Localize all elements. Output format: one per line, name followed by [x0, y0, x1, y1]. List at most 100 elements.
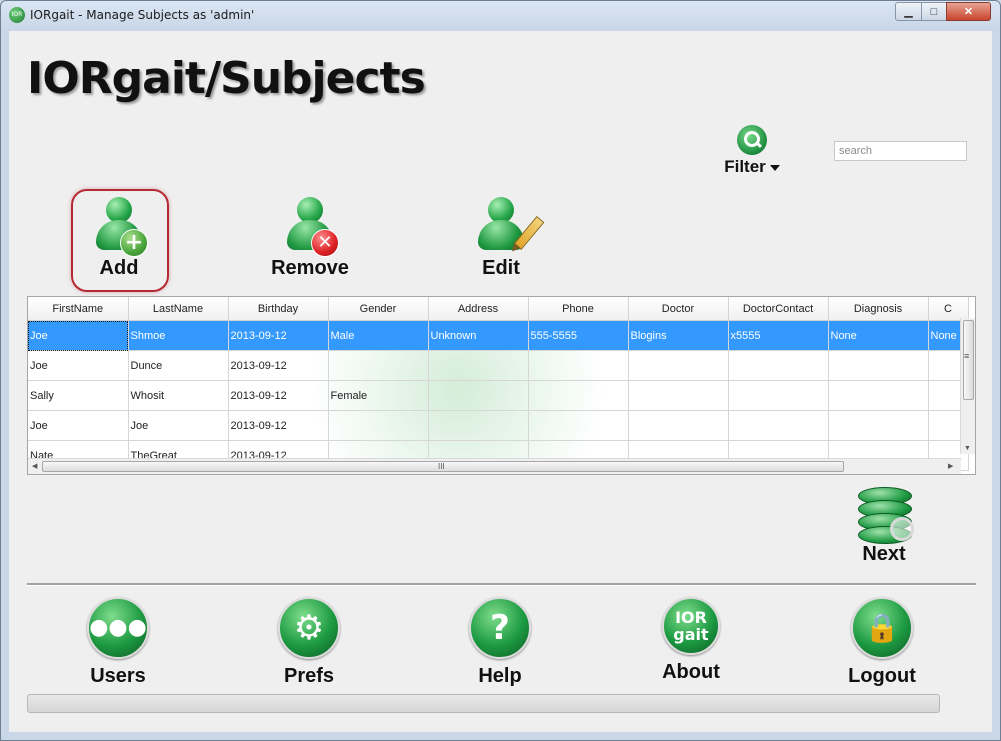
table-cell[interactable]: Female [328, 380, 429, 411]
table-cell[interactable]: 2013-09-12 [228, 320, 329, 351]
users-button[interactable]: ●●● Users [68, 597, 168, 688]
table-row-selected[interactable]: Joe Shmoe 2013-09-12 Male Unknown 555-55… [28, 320, 969, 351]
logout-label: Logout [848, 665, 916, 687]
main-panel: IORgait/Subjects Filter + Add ✕ Remove [9, 31, 992, 732]
prefs-label: Prefs [283, 665, 335, 687]
horizontal-scrollbar[interactable]: ◀ III ▶ [28, 458, 961, 474]
search-icon [737, 125, 767, 155]
help-icon: ? [469, 597, 531, 659]
table-cell[interactable]: Shmoe [128, 320, 229, 351]
vertical-scroll-thumb[interactable]: ≡ [963, 320, 974, 400]
add-label: Add [99, 257, 139, 279]
ior-gait-logo-icon: IOR gait [662, 597, 720, 655]
remove-user-icon: ✕ [283, 197, 339, 257]
close-button[interactable]: ✕ [946, 2, 991, 21]
table-cell[interactable]: Unknown [428, 320, 529, 351]
lock-icon: 🔒 [851, 597, 913, 659]
table-cell[interactable]: 2013-09-12 [228, 350, 329, 381]
table-cell[interactable]: x5555 [728, 320, 829, 351]
window-title: IORgait - Manage Subjects as 'admin' [30, 8, 255, 22]
subjects-table[interactable]: FirstName LastName Birthday Gender Addre… [27, 296, 976, 475]
maximize-button[interactable]: □ [921, 2, 947, 21]
column-header[interactable]: DoctorContact [728, 297, 829, 321]
table-cell[interactable] [428, 410, 529, 441]
divider [27, 583, 976, 586]
table-header: FirstName LastName Birthday Gender Addre… [28, 297, 969, 321]
search-input[interactable] [834, 141, 967, 161]
table-cell[interactable]: Dunce [128, 350, 229, 381]
database-search-icon [858, 487, 914, 544]
about-label: About [662, 661, 720, 683]
column-header[interactable]: Doctor [628, 297, 729, 321]
filter-button[interactable]: Filter [721, 125, 783, 179]
table-cell[interactable] [628, 380, 729, 411]
edit-user-icon [474, 197, 545, 255]
help-button[interactable]: ? Help [450, 597, 550, 688]
filter-label: Filter [721, 157, 783, 177]
table-cell[interactable] [828, 350, 929, 381]
table-cell[interactable]: Male [328, 320, 429, 351]
table-cell[interactable]: Joe [128, 410, 229, 441]
app-window: IOR IORgait - Manage Subjects as 'admin'… [0, 0, 1001, 741]
table-cell[interactable]: Sally [28, 380, 129, 411]
table-cell[interactable] [528, 350, 629, 381]
next-button[interactable]: Next [851, 487, 917, 577]
table-cell[interactable]: Blogins [628, 320, 729, 351]
table-cell[interactable] [728, 410, 829, 441]
scroll-left-arrow-icon[interactable]: ◀ [32, 462, 37, 470]
next-label: Next [862, 543, 906, 565]
table-cell[interactable] [528, 410, 629, 441]
app-logo-icon: IOR [9, 7, 25, 23]
table-cell[interactable] [828, 410, 929, 441]
minimize-button[interactable]: ▁ [895, 2, 922, 21]
table-cell[interactable]: 2013-09-12 [228, 380, 329, 411]
table-cell[interactable] [828, 380, 929, 411]
page-title: IORgait/Subjects [27, 53, 426, 104]
about-button[interactable]: IOR gait About [641, 597, 741, 684]
table-cell[interactable]: None [828, 320, 929, 351]
table-cell[interactable]: 555-5555 [528, 320, 629, 351]
table-cell[interactable] [628, 410, 729, 441]
logout-button[interactable]: 🔒 Logout [832, 597, 932, 688]
gear-icon: ⚙ [278, 597, 340, 659]
table-cell[interactable] [728, 380, 829, 411]
column-header[interactable]: Address [428, 297, 529, 321]
add-subject-button[interactable]: + Add [64, 191, 174, 295]
table-cell[interactable] [428, 380, 529, 411]
column-header[interactable]: FirstName [28, 297, 129, 321]
table-cell[interactable] [428, 350, 529, 381]
title-bar[interactable]: IOR IORgait - Manage Subjects as 'admin'… [1, 1, 1000, 29]
table-row[interactable]: Sally Whosit 2013-09-12 Female [28, 380, 969, 411]
table-cell[interactable]: Joe [28, 350, 129, 381]
column-header[interactable]: Birthday [228, 297, 329, 321]
column-header[interactable]: Phone [528, 297, 629, 321]
column-header[interactable]: Gender [328, 297, 429, 321]
edit-subject-button[interactable]: Edit [446, 191, 556, 295]
edit-label: Edit [482, 257, 520, 279]
vertical-scrollbar[interactable]: ≡ ▼ [960, 318, 975, 454]
add-user-icon: + [92, 197, 148, 257]
scroll-down-arrow-icon[interactable]: ▼ [964, 445, 971, 452]
table-cell[interactable]: Joe [28, 320, 129, 351]
table-cell[interactable] [328, 350, 429, 381]
scroll-right-arrow-icon[interactable]: ▶ [948, 462, 953, 470]
table-row[interactable]: Joe Dunce 2013-09-12 [28, 350, 969, 381]
column-header[interactable]: LastName [128, 297, 229, 321]
remove-subject-button[interactable]: ✕ Remove [255, 191, 365, 295]
users-icon: ●●● [87, 597, 149, 659]
column-header[interactable]: C [928, 297, 969, 321]
remove-label: Remove [271, 257, 349, 279]
table-cell[interactable] [328, 410, 429, 441]
table-cell[interactable] [728, 350, 829, 381]
table-cell[interactable] [528, 380, 629, 411]
horizontal-scroll-thumb[interactable]: III [42, 461, 844, 472]
column-header[interactable]: Diagnosis [828, 297, 929, 321]
table-cell[interactable]: Joe [28, 410, 129, 441]
table-row[interactable]: Joe Joe 2013-09-12 [28, 410, 969, 441]
prefs-button[interactable]: ⚙ Prefs [259, 597, 359, 688]
table-cell[interactable]: 2013-09-12 [228, 410, 329, 441]
help-label: Help [478, 665, 522, 687]
table-cell[interactable]: Whosit [128, 380, 229, 411]
chevron-down-icon [769, 164, 780, 171]
table-cell[interactable] [628, 350, 729, 381]
